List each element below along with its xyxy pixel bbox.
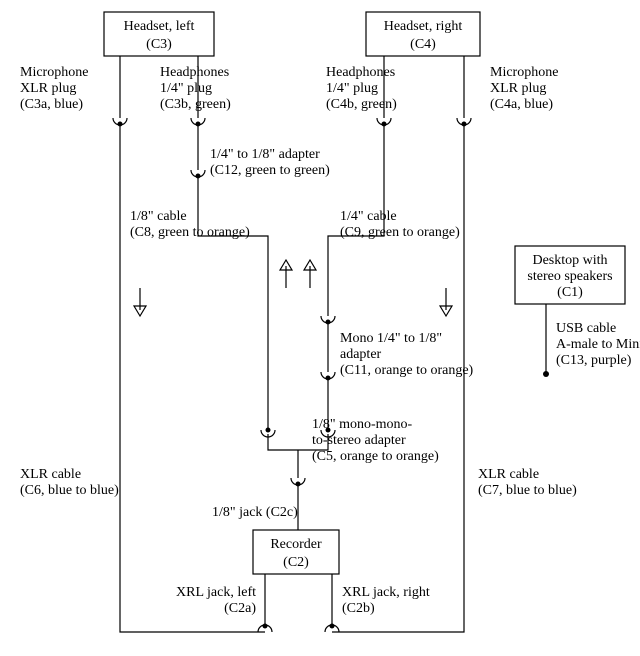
c7-1: XLR cable	[478, 467, 539, 482]
c7-2: (C7, blue to blue)	[478, 483, 577, 498]
mic-right-3: (C4a, blue)	[490, 97, 553, 112]
edge-c7: XLR cable (C7, blue to blue)	[325, 126, 577, 632]
mic-right-1: Microphone	[490, 65, 558, 80]
c5-2: to-stereo adapter	[312, 433, 406, 448]
hp-left-2: 1/4" plug	[160, 81, 212, 96]
cabling-diagram: Headset, left (C3) Headset, right (C4) R…	[0, 0, 640, 656]
c1-label-3: (C1)	[557, 285, 583, 300]
c11-3: (C11, orange to orange)	[340, 363, 474, 378]
c2-label-1: Recorder	[270, 537, 322, 552]
arrow-up-icon	[304, 260, 316, 288]
c1-label-2: stereo speakers	[527, 269, 612, 284]
c2-label-2: (C2)	[283, 555, 309, 570]
c2c-label: 1/8" jack (C2c)	[212, 505, 298, 520]
port-c3a: Microphone XLR plug (C3a, blue)	[20, 56, 127, 127]
hp-right-3: (C4b, green)	[326, 97, 397, 112]
edge-c13: USB cable A-male to Mini-B (C13, purple)	[543, 304, 640, 377]
hp-right-2: 1/4" plug	[326, 81, 378, 96]
c9-2: (C9, green to orange)	[340, 225, 460, 240]
port-c3b: Headphones 1/4" plug (C3b, green)	[160, 56, 231, 127]
port-c2a: XRL jack, left (C2a)	[176, 574, 265, 626]
c13-3: (C13, purple)	[556, 353, 632, 368]
node-desktop: Desktop with stereo speakers (C1)	[515, 246, 625, 304]
edge-c6: XLR cable (C6, blue to blue)	[20, 126, 272, 632]
c9-1: 1/4" cable	[340, 209, 397, 224]
node-c5: 1/8" mono-mono- to-stereo adapter (C5, o…	[261, 417, 439, 487]
c11-2: adapter	[340, 347, 382, 362]
hp-right-1: Headphones	[326, 65, 395, 80]
c2b-2: (C2b)	[342, 601, 375, 616]
c4-label-2: (C4)	[410, 37, 436, 52]
c8-1: 1/8" cable	[130, 209, 187, 224]
c6-1: XLR cable	[20, 467, 81, 482]
node-c12: 1/4" to 1/8" adapter (C12, green to gree…	[191, 126, 330, 179]
node-headset-right: Headset, right (C4)	[366, 12, 480, 56]
node-c11: Mono 1/4" to 1/8" adapter (C11, orange t…	[321, 324, 474, 381]
mic-right-2: XLR plug	[490, 81, 546, 96]
node-headset-left: Headset, left (C3)	[104, 12, 214, 56]
node-recorder: Recorder (C2)	[253, 530, 339, 574]
mic-left-2: XLR plug	[20, 81, 76, 96]
c12-1: 1/4" to 1/8" adapter	[210, 147, 320, 162]
c8-2: (C8, green to orange)	[130, 225, 250, 240]
edge-c8: 1/8" cable (C8, green to orange)	[130, 178, 292, 433]
c2a-1: XRL jack, left	[176, 585, 256, 600]
c1-label-1: Desktop with	[532, 253, 607, 268]
port-c2b: XRL jack, right (C2b)	[332, 574, 430, 626]
wire-c5-to-c2c: 1/8" jack (C2c)	[212, 486, 298, 530]
hp-left-3: (C3b, green)	[160, 97, 231, 112]
c5-1: 1/8" mono-mono-	[312, 417, 413, 432]
hp-left-1: Headphones	[160, 65, 229, 80]
mic-left-1: Microphone	[20, 65, 88, 80]
c13-1: USB cable	[556, 321, 616, 336]
c2b-1: XRL jack, right	[342, 585, 430, 600]
port-c4a: Microphone XLR plug (C4a, blue)	[457, 56, 558, 127]
c12-2: (C12, green to green)	[210, 163, 330, 178]
c11-1: Mono 1/4" to 1/8"	[340, 331, 442, 346]
arrow-up-icon	[280, 260, 292, 288]
mic-left-3: (C3a, blue)	[20, 97, 83, 112]
arrow-down-icon	[440, 288, 452, 316]
c6-2: (C6, blue to blue)	[20, 483, 119, 498]
edge-c9: 1/4" cable (C9, green to orange)	[304, 126, 460, 325]
c3-label-1: Headset, left	[124, 19, 195, 34]
c13-2: A-male to Mini-B	[556, 337, 640, 352]
arrow-down-icon	[134, 288, 146, 316]
c4-label-1: Headset, right	[384, 19, 463, 34]
c5-3: (C5, orange to orange)	[312, 449, 439, 464]
port-c4b: Headphones 1/4" plug (C4b, green)	[326, 56, 397, 127]
c2a-2: (C2a)	[224, 601, 256, 616]
c3-label-2: (C3)	[146, 37, 172, 52]
